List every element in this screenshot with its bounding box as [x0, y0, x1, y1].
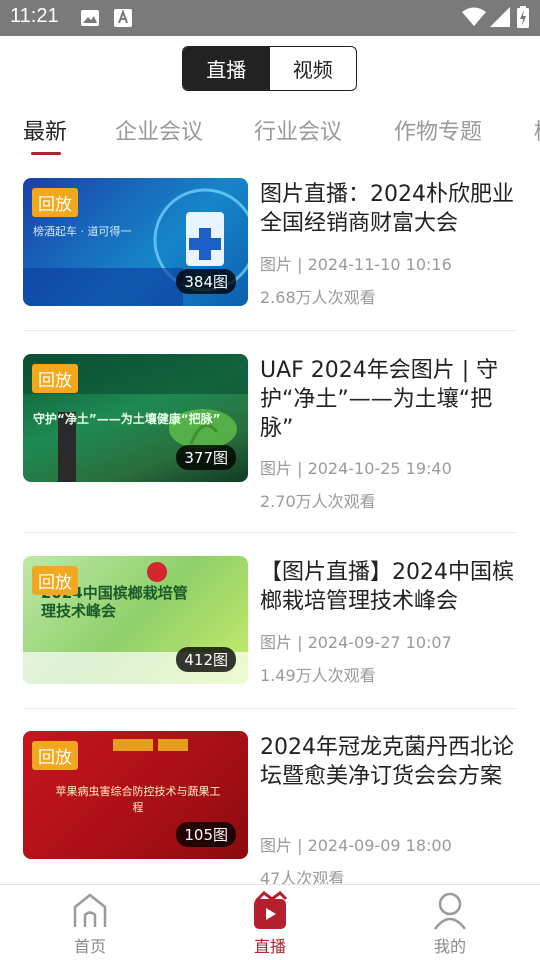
photo-count: 105图	[176, 822, 236, 847]
nav-live[interactable]: 直播	[210, 885, 330, 960]
photo-count: 377图	[176, 445, 236, 470]
status-time: 11:21	[10, 5, 59, 27]
active-tab-indicator	[31, 152, 61, 155]
tab-company-meetings[interactable]: 企业会议	[115, 114, 203, 146]
battery-icon	[517, 6, 529, 32]
item-meta: 图片 | 2024-09-27 10:07	[260, 633, 452, 652]
segment-video[interactable]: 视频	[270, 47, 357, 90]
nav-mine[interactable]: 我的	[390, 885, 510, 960]
thumbnail: 2024中国槟榔栽培管理技术峰会 回放 412图	[23, 556, 248, 684]
nav-home[interactable]: 首页	[30, 885, 150, 960]
segment-live[interactable]: 直播	[183, 47, 270, 90]
tab-plant-partial[interactable]: 植	[534, 114, 540, 146]
nav-live-label: 直播	[253, 937, 286, 956]
item-title: 2024年冠龙克菌丹西北论坛暨愈美净订货会会方案	[260, 735, 514, 789]
divider	[23, 532, 517, 533]
replay-badge: 回放	[32, 188, 78, 217]
item-title: 图片直播：2024朴欣肥业全国经销商财富大会	[260, 182, 514, 236]
item-views: 1.49万人次观看	[260, 666, 376, 685]
list-item[interactable]: 2024中国槟榔栽培管理技术峰会 回放 412图 【图片直播】2024中国槟榔栽…	[23, 556, 517, 708]
list-item[interactable]: 守护“净土”——为土壤健康“把脉” 回放 377图 UAF 2024年会图片 |…	[23, 354, 517, 532]
signal-icon	[490, 7, 510, 31]
item-views: 2.70万人次观看	[260, 492, 376, 511]
nav-mine-label: 我的	[433, 937, 466, 956]
photo-count: 384图	[176, 269, 236, 294]
tab-crop-topics[interactable]: 作物专题	[394, 114, 482, 146]
home-icon	[73, 893, 107, 927]
item-meta: 图片 | 2024-10-25 19:40	[260, 459, 452, 478]
item-title: 【图片直播】2024中国槟榔栽培管理技术峰会	[260, 560, 514, 614]
list-item[interactable]: 苹果病虫害综合防控技术与蔬果工程 回放 105图 2024年冠龙克菌丹西北论坛暨…	[23, 731, 517, 891]
replay-badge: 回放	[32, 741, 78, 770]
tab-latest[interactable]: 最新	[23, 114, 67, 146]
image-icon	[80, 9, 100, 31]
bottom-navigation: 首页 直播 我的	[0, 884, 540, 960]
a-notification-icon	[114, 9, 132, 31]
divider	[23, 330, 517, 331]
item-meta: 图片 | 2024-11-10 10:16	[260, 255, 452, 274]
divider	[23, 708, 517, 709]
replay-badge: 回放	[32, 364, 78, 393]
list-item[interactable]: 榜酒起车 · 道可得一 回放 384图 图片直播：2024朴欣肥业全国经销商财富…	[23, 178, 517, 330]
photo-count: 412图	[176, 647, 236, 672]
thumbnail: 榜酒起车 · 道可得一 回放 384图	[23, 178, 248, 306]
thumbnail: 苹果病虫害综合防控技术与蔬果工程 回放 105图	[23, 731, 248, 859]
thumbnail-caption: 守护“净土”——为土壤健康“把脉”	[33, 412, 221, 426]
item-title: UAF 2024年会图片 | 守护“净土”——为土壤“把脉”	[260, 358, 499, 441]
thumbnail: 守护“净土”——为土壤健康“把脉” 回放 377图	[23, 354, 248, 482]
nav-home-label: 首页	[73, 937, 106, 956]
category-tabs: 最新 企业会议 行业会议 作物专题 植	[0, 108, 540, 158]
item-views: 2.68万人次观看	[260, 288, 376, 307]
status-bar: 11:21	[0, 0, 540, 36]
live-video-icon	[254, 891, 288, 929]
wifi-icon	[462, 7, 486, 31]
thumbnail-caption: 榜酒起车 · 道可得一	[33, 225, 132, 238]
thumbnail-caption: 苹果病虫害综合防控技术与蔬果工程	[55, 785, 221, 814]
user-icon	[434, 892, 466, 930]
live-video-switch: 直播 视频	[182, 46, 357, 91]
tab-industry-meetings[interactable]: 行业会议	[254, 114, 342, 146]
replay-badge: 回放	[32, 566, 78, 595]
item-meta: 图片 | 2024-09-09 18:00	[260, 836, 452, 855]
